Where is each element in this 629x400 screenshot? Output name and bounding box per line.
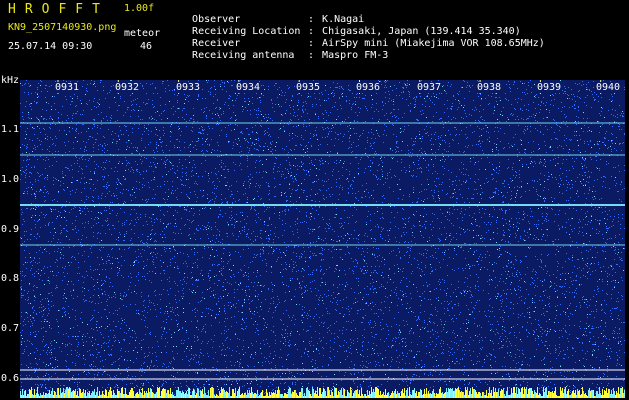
y-tick-label: 1.0 [1, 174, 20, 185]
y-axis-unit: kHz [1, 75, 20, 86]
meta-key: Receiving antenna [192, 50, 295, 61]
app-title: HROFFT [8, 2, 109, 17]
meta-row-antenna: Receiving antenna: Maspro FM-3 [180, 39, 388, 61]
noise-speckle [20, 80, 625, 398]
filename-label: KN9_2507140930.png [8, 22, 117, 33]
app-name-label: meteor [124, 28, 161, 39]
y-tick-label: 0.9 [1, 224, 20, 235]
meta-value: Maspro FM-3 [322, 50, 389, 61]
x-tick-label: 0936 [355, 82, 382, 93]
count-label: 46 [140, 41, 153, 52]
y-tick-label: 1.1 [1, 124, 20, 135]
spectrogram-svg [20, 80, 625, 398]
x-tick-label: 0932 [114, 82, 141, 93]
x-tick-label: 0940 [595, 82, 622, 93]
x-tick-label: 0934 [235, 82, 262, 93]
version-label: 1.00f [124, 3, 155, 14]
y-tick-label: 0.8 [1, 273, 20, 284]
x-tick-label: 0933 [175, 82, 202, 93]
x-tick-label: 0931 [54, 82, 81, 93]
y-tick-label: 0.7 [1, 323, 20, 334]
x-tick-label: 0938 [476, 82, 503, 93]
x-tick-label: 0937 [416, 82, 443, 93]
meta-separator: : [308, 50, 315, 61]
y-tick-label: 0.6 [1, 373, 20, 384]
datetime-label: 25.07.14 09:30 [8, 41, 93, 52]
x-tick-label: 0939 [536, 82, 563, 93]
spectrogram-plot [20, 80, 625, 398]
x-tick-label: 0935 [295, 82, 322, 93]
